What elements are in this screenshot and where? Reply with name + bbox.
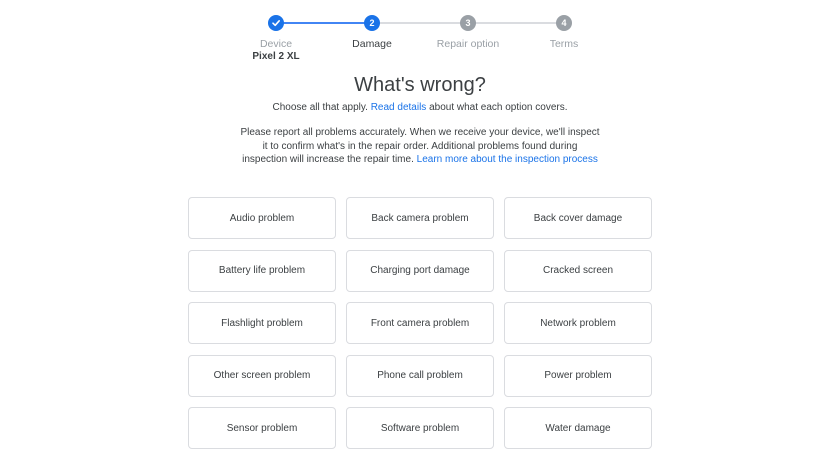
read-details-link[interactable]: Read details xyxy=(371,102,427,113)
option-phone-call-problem[interactable]: Phone call problem xyxy=(346,354,494,397)
step-sublabel: Pixel 2 XL xyxy=(252,51,300,62)
step-number: 4 xyxy=(556,15,572,31)
inspection-notice: Please report all problems accurately. W… xyxy=(240,126,600,167)
subtitle-text: about what each option covers. xyxy=(426,102,568,113)
option-cracked-screen[interactable]: Cracked screen xyxy=(504,249,652,292)
page-subtitle: Choose all that apply. Read details abou… xyxy=(0,102,840,113)
option-power-problem[interactable]: Power problem xyxy=(504,354,652,397)
option-water-damage[interactable]: Water damage xyxy=(504,407,652,449)
step-terms[interactable]: 4 Terms xyxy=(504,14,624,50)
option-front-camera-problem[interactable]: Front camera problem xyxy=(346,302,494,344)
progress-stepper: Device Pixel 2 XL 2 Damage 3 Repair opti… xyxy=(0,14,840,64)
option-audio-problem[interactable]: Audio problem xyxy=(188,197,336,239)
inspection-process-link[interactable]: Learn more about the inspection process xyxy=(417,154,598,165)
step-number: 3 xyxy=(460,15,476,31)
page-title: What's wrong? xyxy=(354,74,486,96)
option-other-screen-problem[interactable]: Other screen problem xyxy=(188,354,336,397)
option-flashlight-problem[interactable]: Flashlight problem xyxy=(188,302,336,344)
option-software-problem[interactable]: Software problem xyxy=(346,407,494,449)
option-battery-life-problem[interactable]: Battery life problem xyxy=(188,249,336,292)
step-number: 2 xyxy=(364,15,380,31)
option-sensor-problem[interactable]: Sensor problem xyxy=(188,407,336,449)
option-back-camera-problem[interactable]: Back camera problem xyxy=(346,197,494,239)
damage-options-grid: Audio problem Back camera problem Back c… xyxy=(188,197,652,449)
step-label: Terms xyxy=(549,38,579,50)
option-back-cover-damage[interactable]: Back cover damage xyxy=(504,197,652,239)
subtitle-text: Choose all that apply. xyxy=(272,102,371,113)
checkmark-icon xyxy=(268,15,284,31)
option-charging-port-damage[interactable]: Charging port damage xyxy=(346,249,494,292)
option-network-problem[interactable]: Network problem xyxy=(504,302,652,344)
